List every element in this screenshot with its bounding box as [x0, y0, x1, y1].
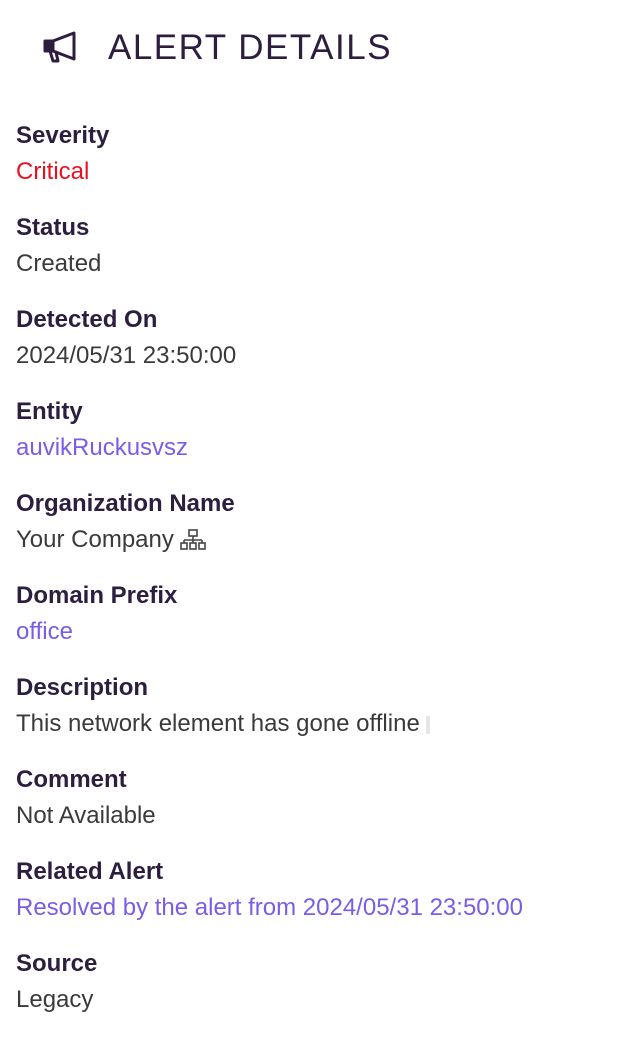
- related-alert-link[interactable]: Resolved by the alert from 2024/05/31 23…: [16, 891, 616, 925]
- domain-prefix-link[interactable]: office: [16, 615, 616, 649]
- field-organization-name: Organization Name Your Company: [16, 487, 616, 579]
- field-domain-prefix: Domain Prefix office: [16, 579, 616, 671]
- field-label: Comment: [16, 766, 127, 793]
- field-label: Organization Name: [16, 490, 235, 517]
- field-severity: Severity Critical: [16, 119, 616, 211]
- organization-name-value: Your Company: [16, 526, 174, 553]
- field-label: Severity: [16, 122, 110, 149]
- field-label: Status: [16, 214, 90, 241]
- field-label: Entity: [16, 398, 83, 425]
- severity-value: Critical: [16, 158, 90, 185]
- field-label: Related Alert: [16, 858, 164, 885]
- field-comment: Comment Not Available: [16, 763, 616, 855]
- field-related-alert: Related Alert Resolved by the alert from…: [16, 855, 616, 947]
- detected-on-value: 2024/05/31 23:50:00: [16, 342, 237, 369]
- text-overflow-fade: [425, 715, 430, 734]
- source-value: Legacy: [16, 986, 94, 1013]
- field-source: Source Legacy: [16, 947, 616, 1039]
- field-label: Description: [16, 674, 149, 701]
- megaphone-icon: [42, 30, 80, 64]
- field-label: Detected On: [16, 306, 158, 333]
- field-entity: Entity auvikRuckusvsz: [16, 395, 616, 487]
- field-status: Status Created: [16, 211, 616, 303]
- page-title: ALERT DETAILS: [108, 28, 393, 67]
- field-label: Domain Prefix: [16, 582, 178, 609]
- org-hierarchy-icon[interactable]: [180, 527, 206, 550]
- organization-value-row: Your Company: [16, 523, 616, 557]
- description-value-row: This network element has gone offline: [16, 707, 616, 741]
- panel-header: ALERT DETAILS: [0, 0, 624, 96]
- entity-link[interactable]: auvikRuckusvsz: [16, 431, 616, 465]
- status-value: Created: [16, 250, 102, 277]
- field-label: Source: [16, 950, 98, 977]
- comment-value: Not Available: [16, 802, 156, 829]
- field-description: Description This network element has gon…: [16, 671, 616, 763]
- description-value: This network element has gone offline: [16, 710, 420, 737]
- alert-details-list: Severity Critical Status Created Detecte…: [16, 119, 616, 1039]
- field-detected-on: Detected On 2024/05/31 23:50:00: [16, 303, 616, 395]
